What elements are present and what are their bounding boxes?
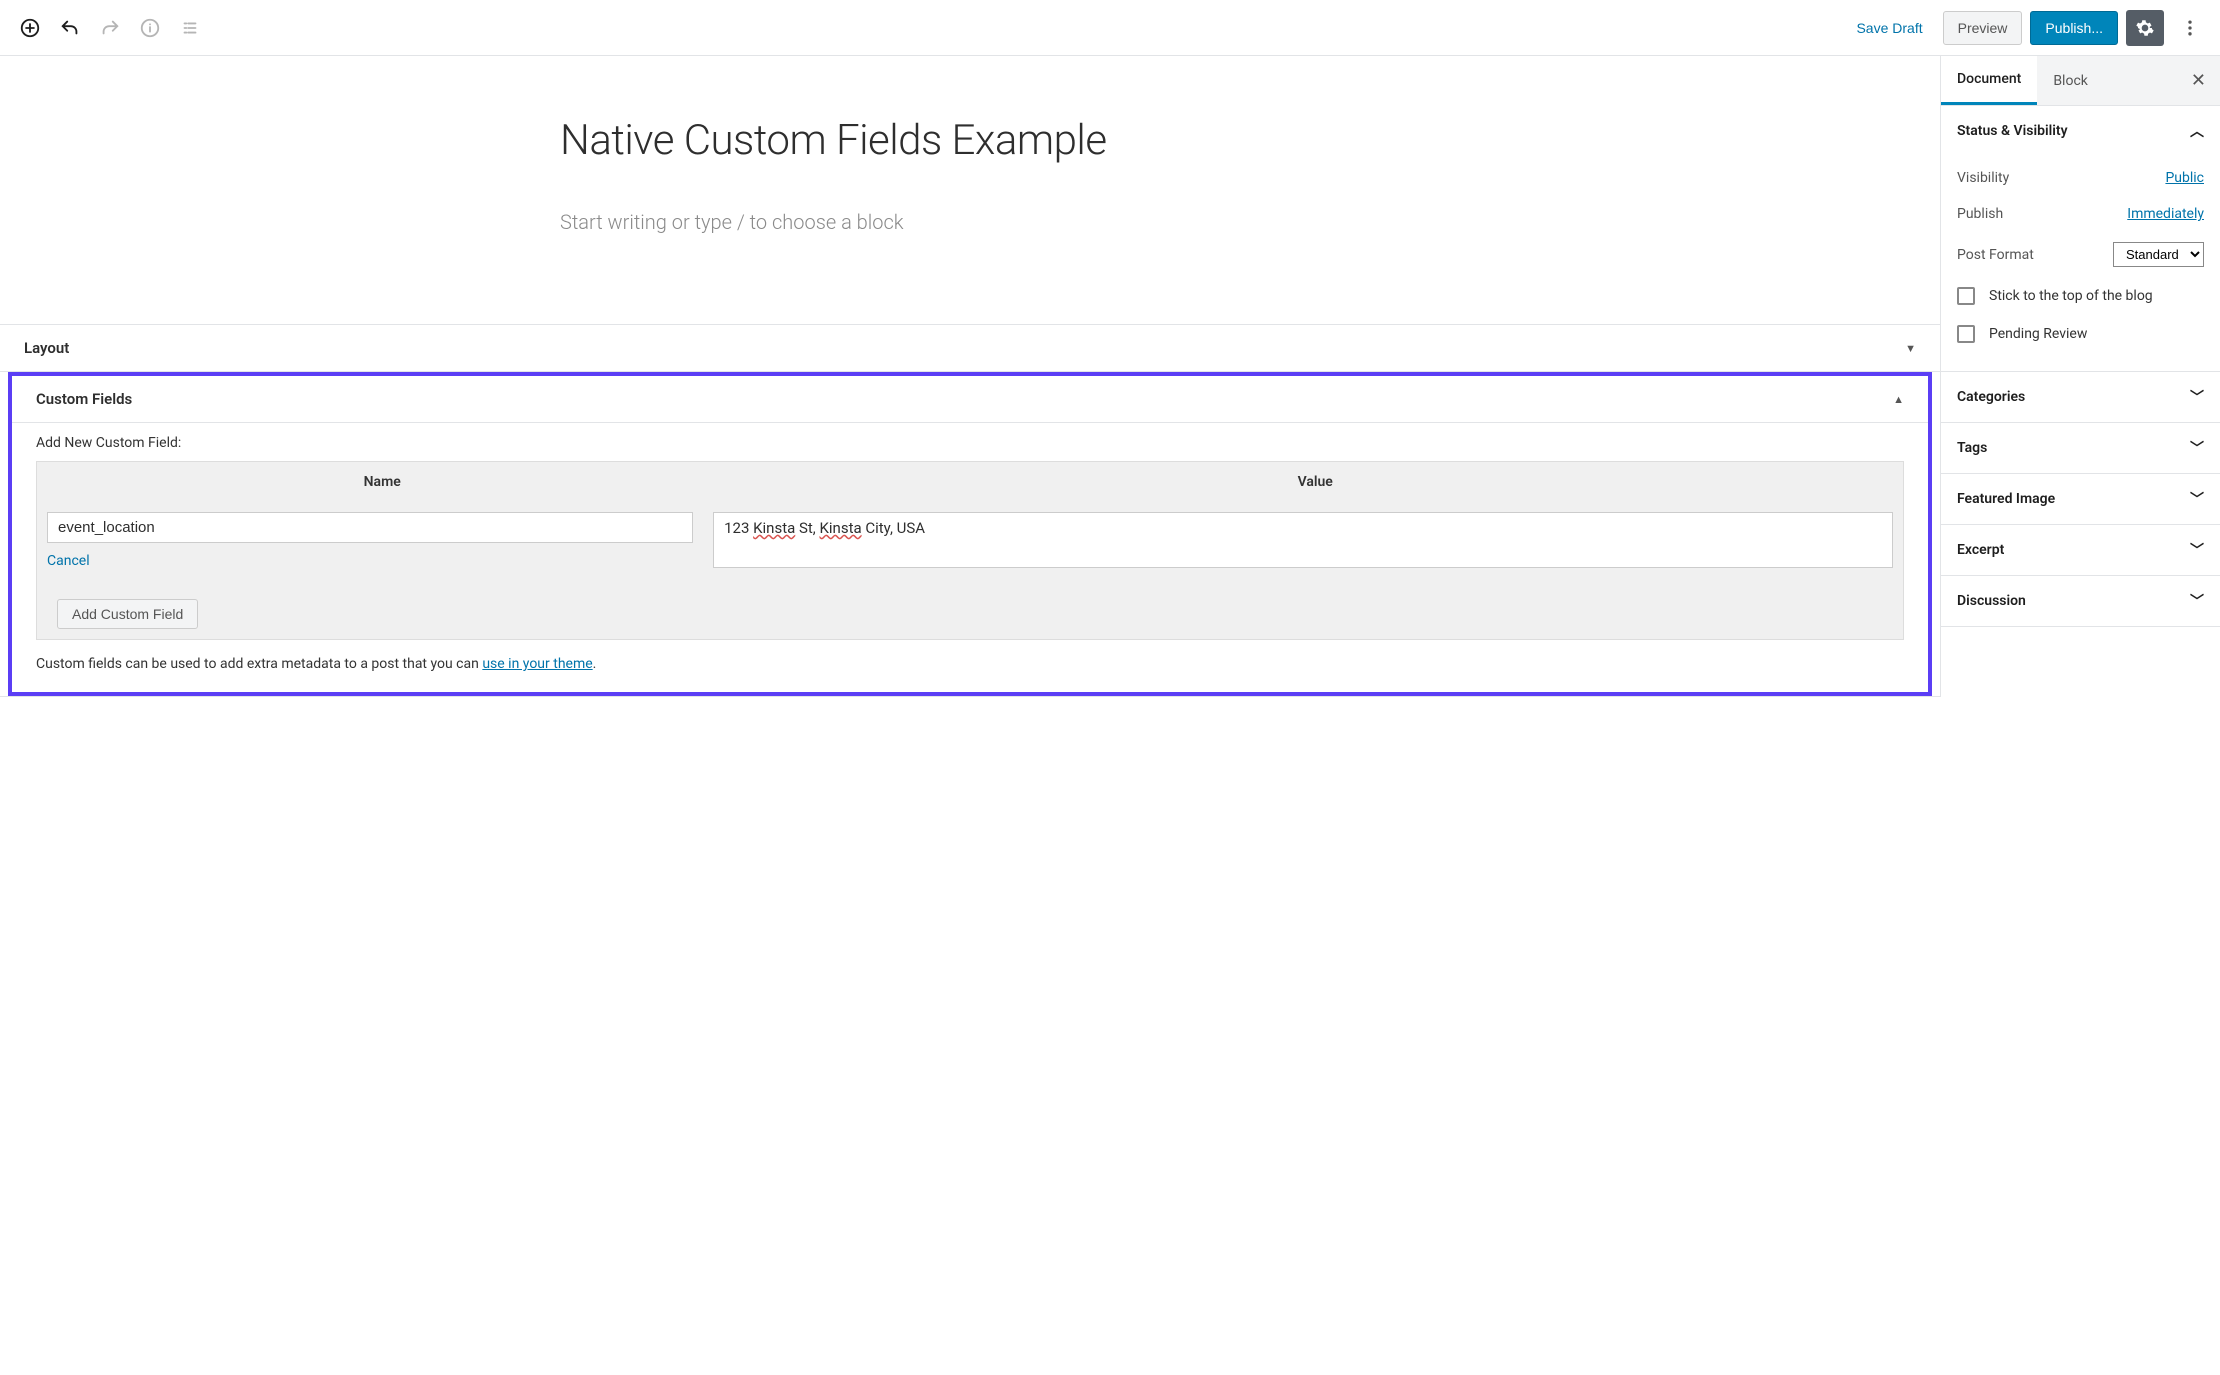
kebab-icon [2180,18,2200,38]
visibility-value[interactable]: Public [2165,170,2204,186]
cancel-link[interactable]: Cancel [47,553,90,569]
panel-categories: Categories ﹀ [1941,372,2220,423]
panel-status-toggle[interactable]: Status & Visibility ︿ [1941,106,2220,156]
cf-value-input[interactable]: 123 Kinsta St, Kinsta City, USA [713,512,1893,568]
custom-fields-title: Custom Fields [36,390,132,408]
panel-featured-image-toggle[interactable]: Featured Image ﹀ [1941,474,2220,524]
add-block-button[interactable] [12,10,48,46]
undo-button[interactable] [52,10,88,46]
stick-row[interactable]: Stick to the top of the blog [1957,277,2204,315]
undo-icon [59,17,81,39]
info-button[interactable] [132,10,168,46]
post-title[interactable]: Native Custom Fields Example [560,116,1380,165]
content-wrap: Native Custom Fields Example Start writi… [500,56,1440,234]
chevron-down-icon: ﹀ [2190,387,2204,407]
visibility-label: Visibility [1957,170,2009,186]
tags-title: Tags [1957,440,1987,456]
sidebar: Document Block ✕ Status & Visibility ︿ V… [1940,56,2220,697]
redo-button[interactable] [92,10,128,46]
chevron-down-icon: ﹀ [2190,438,2204,458]
cf-value-header: Value [727,462,1903,502]
panel-tags-toggle[interactable]: Tags ﹀ [1941,423,2220,473]
panel-excerpt-toggle[interactable]: Excerpt ﹀ [1941,525,2220,575]
add-new-label: Add New Custom Field: [36,435,1904,451]
layout-title: Layout [24,339,69,357]
panel-excerpt: Excerpt ﹀ [1941,525,2220,576]
cf-help: Custom fields can be used to add extra m… [36,640,1904,672]
custom-field-table: Name Value Cancel 123 Kinsta St, Kinsta … [36,461,1904,640]
toolbar-right: Save Draft Preview Publish... [1844,10,2208,46]
cf-help-prefix: Custom fields can be used to add extra m… [36,656,482,672]
pending-row[interactable]: Pending Review [1957,315,2204,353]
stick-label: Stick to the top of the blog [1989,288,2153,304]
panel-categories-toggle[interactable]: Categories ﹀ [1941,372,2220,422]
cf-name-header: Name [37,462,727,502]
editor-area: Native Custom Fields Example Start writi… [0,56,1940,697]
categories-title: Categories [1957,389,2025,405]
chevron-up-icon: ︿ [2190,121,2204,141]
panel-featured-image: Featured Image ﹀ [1941,474,2220,525]
add-custom-field-button[interactable]: Add Custom Field [57,599,198,629]
main-layout: Native Custom Fields Example Start writi… [0,56,2220,697]
preview-button[interactable]: Preview [1943,11,2023,45]
sidebar-tabs: Document Block ✕ [1941,56,2220,106]
panel-discussion: Discussion ﹀ [1941,576,2220,627]
top-toolbar: Save Draft Preview Publish... [0,0,2220,56]
block-placeholder[interactable]: Start writing or type / to choose a bloc… [560,210,1380,234]
more-options-button[interactable] [2172,10,2208,46]
save-draft-button[interactable]: Save Draft [1844,12,1934,44]
expand-icon: ▲ [1893,393,1904,406]
cf-name-cell: Cancel [47,512,693,569]
visibility-row: Visibility Public [1957,160,2204,196]
publish-value[interactable]: Immediately [2127,206,2204,222]
tab-document[interactable]: Document [1941,56,2037,105]
settings-button[interactable] [2126,10,2164,46]
publish-row: Publish Immediately [1957,196,2204,232]
panel-status-body: Visibility Public Publish Immediately Po… [1941,156,2220,371]
cf-help-link[interactable]: use in your theme [482,656,592,672]
collapse-icon: ▼ [1905,342,1916,355]
custom-fields-metabox: Custom Fields ▲ Add New Custom Field: Na… [8,372,1932,696]
panel-tags: Tags ﹀ [1941,423,2220,474]
chevron-down-icon: ﹀ [2190,540,2204,560]
panel-status: Status & Visibility ︿ Visibility Public … [1941,106,2220,372]
format-select[interactable]: Standard [2113,242,2204,267]
tab-block[interactable]: Block [2037,56,2104,105]
chevron-down-icon: ﹀ [2190,489,2204,509]
plus-circle-icon [19,17,41,39]
outline-button[interactable] [172,10,208,46]
cf-help-suffix: . [593,656,597,672]
pending-label: Pending Review [1989,326,2087,342]
featured-image-title: Featured Image [1957,491,2055,507]
gear-icon [2135,18,2155,38]
excerpt-title: Excerpt [1957,542,2004,558]
custom-fields-toggle[interactable]: Custom Fields ▲ [12,376,1928,422]
cf-foot: Add Custom Field [37,579,1903,639]
format-label: Post Format [1957,247,2034,263]
list-icon [179,17,201,39]
cf-name-input[interactable] [47,512,693,543]
layout-metabox-toggle[interactable]: Layout ▼ [0,325,1940,371]
chevron-down-icon: ﹀ [2190,591,2204,611]
cf-header: Name Value [37,462,1903,502]
toolbar-left [12,10,208,46]
sidebar-close-button[interactable]: ✕ [2177,70,2220,91]
layout-metabox: Layout ▼ [0,325,1940,372]
checkbox-icon [1957,325,1975,343]
cf-value-cell: 123 Kinsta St, Kinsta City, USA [713,512,1893,568]
cf-row: Cancel 123 Kinsta St, Kinsta City, USA [37,502,1903,579]
publish-button[interactable]: Publish... [2030,11,2118,45]
metaboxes: Layout ▼ Custom Fields ▲ Add New Custom … [0,324,1940,697]
checkbox-icon [1957,287,1975,305]
publish-label: Publish [1957,206,2003,222]
panel-discussion-toggle[interactable]: Discussion ﹀ [1941,576,2220,626]
format-row: Post Format Standard [1957,232,2204,277]
discussion-title: Discussion [1957,593,2026,609]
custom-fields-body: Add New Custom Field: Name Value Cancel [12,422,1928,692]
info-icon [139,17,161,39]
redo-icon [99,17,121,39]
status-title: Status & Visibility [1957,123,2068,139]
